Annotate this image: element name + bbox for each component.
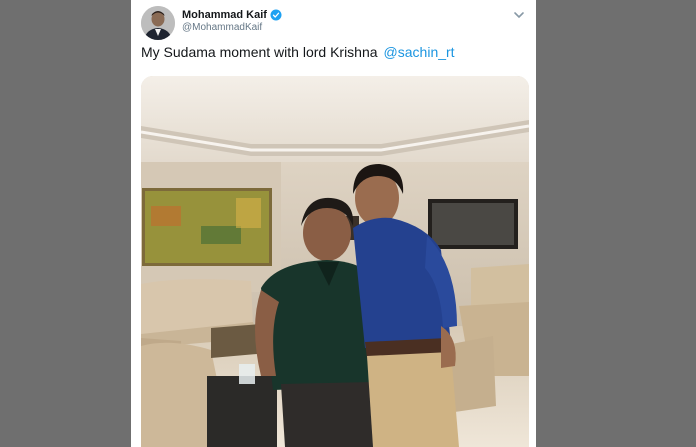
- verified-badge-icon: [270, 9, 282, 21]
- tweet-photo[interactable]: [141, 76, 529, 447]
- mention-link[interactable]: @sachin_rt: [384, 44, 455, 60]
- chevron-down-icon[interactable]: [512, 9, 526, 21]
- author-handle[interactable]: @MohammadKaif: [182, 22, 262, 33]
- tweet-text: My Sudama moment with lord Krishna: [141, 44, 378, 60]
- tweet-card: Mohammad Kaif @MohammadKaif My Sudama mo…: [131, 0, 536, 447]
- photo-illustration: [141, 76, 529, 447]
- tweet-text-line: My Sudama moment with lord Krishna @sachi…: [141, 44, 455, 60]
- author-avatar[interactable]: [141, 6, 175, 40]
- author-name-row[interactable]: Mohammad Kaif: [182, 9, 282, 21]
- avatar-photo: [141, 6, 175, 40]
- author-name[interactable]: Mohammad Kaif: [182, 9, 267, 21]
